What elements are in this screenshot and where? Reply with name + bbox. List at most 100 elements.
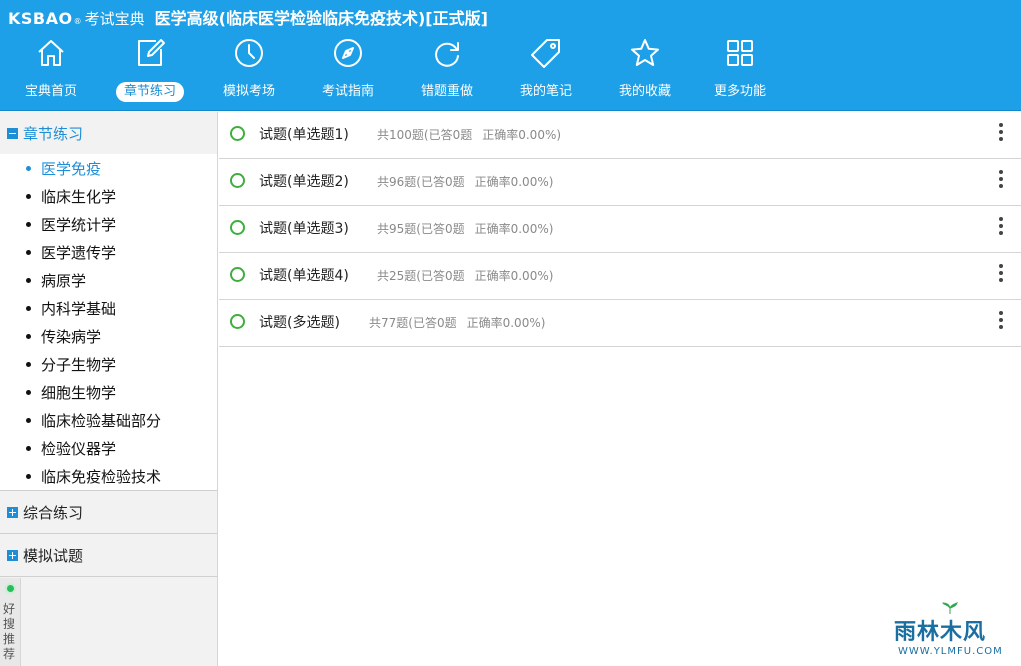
bullet-icon — [26, 361, 31, 367]
watermark-url: WWW.YLMFU.COM — [898, 646, 1003, 657]
question-answered: (已答0题 — [416, 222, 465, 236]
question-set-stats: 共25题(已答0题 正确率0.00%) — [377, 267, 553, 284]
sidebar: 章节练习 医学免疫 临床生化学 医学统计学 医学遗传学 病原学 内科学基础 传染… — [0, 112, 218, 666]
question-set-stats: 共96题(已答0题 正确率0.00%) — [377, 173, 553, 190]
nav-exam-guide-label: 考试指南 — [321, 84, 374, 99]
section-comprehensive-practice[interactable]: 综合练习 — [0, 491, 217, 533]
nav-mock-exam[interactable]: 模拟考场 — [199, 34, 299, 106]
home-icon — [35, 37, 67, 69]
question-accuracy: 正确率0.00%) — [466, 316, 546, 330]
chapter-item[interactable]: 医学免疫 — [0, 154, 217, 182]
chapter-item[interactable]: 临床免疫检验技术 — [0, 462, 217, 490]
chapter-label: 分子生物学 — [41, 355, 117, 374]
question-set-stats: 共100题(已答0题 正确率0.00%) — [377, 126, 561, 143]
status-dot-icon — [5, 583, 16, 594]
chapter-label: 检验仪器学 — [41, 439, 117, 458]
watermark-text: 雨林木风 — [894, 620, 987, 645]
chapter-label: 细胞生物学 — [41, 383, 117, 402]
status-circle-icon — [230, 173, 245, 188]
app-window: KSBAO ® 考试宝典 医学高级(临床医学检验临床免疫技术)[正式版] 宝典首页… — [0, 0, 1021, 666]
bullet-icon — [26, 165, 31, 171]
question-set-stats: 共95题(已答0题 正确率0.00%) — [377, 220, 553, 237]
chapter-list: 医学免疫 临床生化学 医学统计学 医学遗传学 病原学 内科学基础 传染病学 分子… — [0, 154, 217, 490]
star-icon — [629, 37, 661, 69]
nav-home[interactable]: 宝典首页 — [1, 34, 101, 106]
chapter-label: 医学统计学 — [41, 215, 117, 234]
nav-chapter-practice[interactable]: 章节练习 — [100, 34, 200, 106]
nav-my-notes[interactable]: 我的笔记 — [496, 34, 596, 106]
nav-more-functions-label: 更多功能 — [713, 84, 766, 99]
question-total: 共77题 — [369, 316, 409, 330]
status-circle-icon — [230, 220, 245, 235]
good-search-label: 好搜推荐 — [3, 602, 16, 661]
bullet-icon — [26, 221, 31, 227]
brand-logo: KSBAO — [8, 9, 73, 28]
chapter-label: 临床检验基础部分 — [41, 411, 162, 430]
chapter-item[interactable]: 医学遗传学 — [0, 238, 217, 266]
more-options-icon[interactable] — [995, 216, 1007, 236]
question-set-title: 试题(多选题) — [259, 315, 340, 331]
nav-more-functions[interactable]: 更多功能 — [690, 34, 790, 106]
question-total: 共25题 — [377, 269, 417, 283]
question-set-row[interactable]: 试题(单选题3) 共95题(已答0题 正确率0.00%) — [219, 206, 1021, 253]
chapter-label: 医学免疫 — [41, 159, 102, 178]
nav-redo-mistakes[interactable]: 错题重做 — [397, 34, 497, 106]
more-options-icon[interactable] — [995, 122, 1007, 142]
chapter-label: 临床免疫检验技术 — [41, 467, 162, 486]
clock-icon — [233, 37, 265, 69]
question-set-title: 试题(单选题1) — [259, 127, 349, 143]
bullet-icon — [26, 417, 31, 423]
nav-my-favorites[interactable]: 我的收藏 — [595, 34, 695, 106]
nav-mock-exam-label: 模拟考场 — [222, 84, 275, 99]
question-set-row[interactable]: 试题(单选题2) 共96题(已答0题 正确率0.00%) — [219, 159, 1021, 206]
question-list: 试题(单选题1) 共100题(已答0题 正确率0.00%) 试题(单选题2) 共9… — [219, 112, 1021, 666]
section-mock-questions-label: 模拟试题 — [23, 546, 84, 565]
chapter-item[interactable]: 临床生化学 — [0, 182, 217, 210]
chapter-item[interactable]: 医学统计学 — [0, 210, 217, 238]
question-set-title: 试题(单选题4) — [259, 268, 349, 284]
bullet-icon — [26, 193, 31, 199]
chapter-item[interactable]: 传染病学 — [0, 322, 217, 350]
refresh-icon — [431, 37, 463, 69]
section-comprehensive-practice-label: 综合练习 — [23, 503, 84, 522]
leaf-icon — [942, 602, 958, 614]
question-set-stats: 共77题(已答0题 正确率0.00%) — [369, 314, 545, 331]
question-total: 共96题 — [377, 175, 417, 189]
question-answered: (已答0题 — [408, 316, 457, 330]
chapter-item[interactable]: 内科学基础 — [0, 294, 217, 322]
more-options-icon[interactable] — [995, 263, 1007, 283]
tag-icon — [530, 37, 562, 69]
bullet-icon — [26, 445, 31, 451]
nav-exam-guide[interactable]: 考试指南 — [298, 34, 398, 106]
compass-icon — [332, 37, 364, 69]
chapter-item[interactable]: 病原学 — [0, 266, 217, 294]
question-set-row[interactable]: 试题(多选题) 共77题(已答0题 正确率0.00%) — [219, 300, 1021, 347]
chapter-item[interactable]: 检验仪器学 — [0, 434, 217, 462]
section-chapter-practice-label: 章节练习 — [23, 124, 84, 143]
section-divider — [0, 576, 217, 577]
question-set-row[interactable]: 试题(单选题1) 共100题(已答0题 正确率0.00%) — [219, 112, 1021, 159]
more-options-icon[interactable] — [995, 169, 1007, 189]
section-mock-questions[interactable]: 模拟试题 — [0, 534, 217, 576]
collapse-icon — [7, 127, 18, 139]
question-accuracy: 正确率0.00%) — [482, 128, 562, 142]
bullet-icon — [26, 389, 31, 395]
expand-icon — [7, 506, 18, 518]
grid-icon — [724, 37, 756, 69]
brand-product-name: 考试宝典 — [84, 10, 145, 28]
nav-chapter-practice-label: 章节练习 — [115, 82, 184, 102]
bullet-icon — [26, 305, 31, 311]
nav-my-favorites-label: 我的收藏 — [618, 84, 671, 99]
chapter-item[interactable]: 分子生物学 — [0, 350, 217, 378]
chapter-label: 传染病学 — [41, 327, 102, 346]
question-set-row[interactable]: 试题(单选题4) 共25题(已答0题 正确率0.00%) — [219, 253, 1021, 300]
chapter-label: 内科学基础 — [41, 299, 117, 318]
more-options-icon[interactable] — [995, 310, 1007, 330]
chapter-label: 医学遗传学 — [41, 243, 117, 262]
chapter-item[interactable]: 细胞生物学 — [0, 378, 217, 406]
section-chapter-practice[interactable]: 章节练习 — [0, 112, 217, 154]
good-search-recommend-tab[interactable]: 好搜推荐 — [0, 578, 21, 666]
chapter-item[interactable]: 临床检验基础部分 — [0, 406, 217, 434]
chapter-label: 病原学 — [41, 271, 87, 290]
brand-registered-mark: ® — [73, 17, 82, 26]
